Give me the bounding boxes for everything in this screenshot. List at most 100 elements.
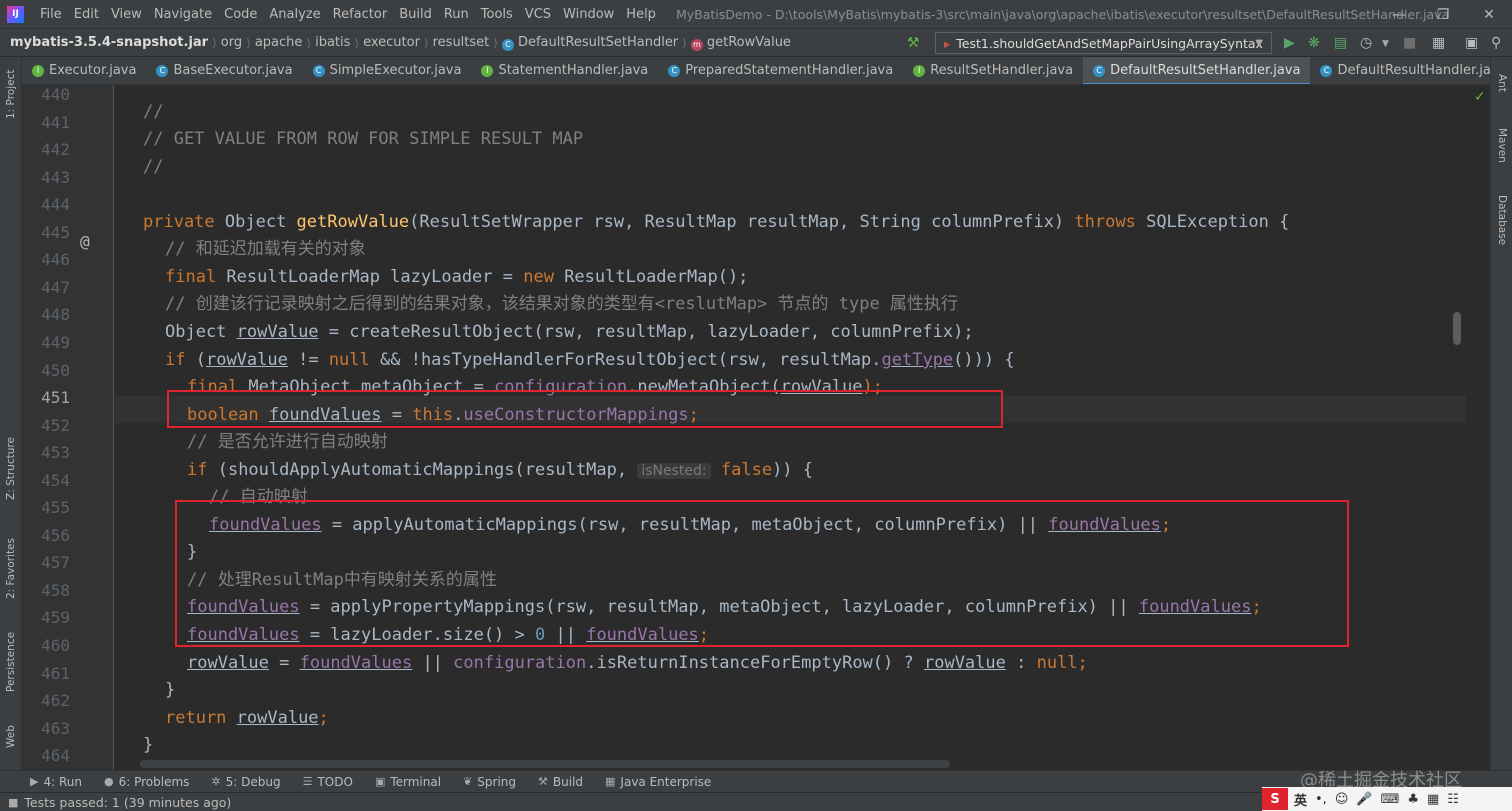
run-configuration-select[interactable]: ▸ Test1.shouldGetAndSetMapPairUsingArray… <box>935 32 1272 54</box>
editor-tab[interactable]: C BaseExecutor.java <box>146 57 302 84</box>
code-token: null <box>1036 653 1078 673</box>
code-line: // <box>143 99 163 126</box>
breadcrumb-class[interactable]: C DefaultResultSetHandler <box>498 35 682 51</box>
breadcrumb-org[interactable]: org <box>217 35 246 50</box>
line-number: 441 <box>41 113 70 132</box>
tool-window-button[interactable]: ❦ Spring <box>453 775 528 789</box>
build-hammer-icon[interactable]: ⚒ <box>907 35 920 51</box>
line-number: 444 <box>41 195 70 214</box>
breadcrumb-jar[interactable]: mybatis-3.5.4-snapshot.jar <box>0 35 212 50</box>
chevron-down-icon[interactable]: ▼ <box>1382 39 1389 49</box>
punctuation-icon[interactable]: •, <box>1315 792 1327 807</box>
skin-icon[interactable]: ♣ <box>1407 792 1419 807</box>
menu-help[interactable]: Help <box>620 0 662 28</box>
editor-tab[interactable]: I StatementHandler.java <box>471 57 658 84</box>
menu-build[interactable]: Build <box>393 0 438 28</box>
line-number: 459 <box>41 608 70 627</box>
tool-window-button[interactable]: ▶ 4: Run <box>20 775 94 789</box>
code-token: ResultLoaderMap(); <box>564 267 749 287</box>
tool-window-button[interactable]: ▣ Terminal <box>365 775 453 789</box>
code-line: rowValue = foundValues || configuration.… <box>187 650 1088 677</box>
editor-tabs: I Executor.java C BaseExecutor.java C SimpleE… <box>0 57 1512 85</box>
layout-icon[interactable]: ▣ <box>1465 35 1478 51</box>
tool-favorites[interactable]: 2: Favorites <box>1 533 21 605</box>
editor-tab-label: ResultSetHandler.java <box>930 63 1074 78</box>
tool-window-button[interactable]: ● 6: Problems <box>94 775 201 789</box>
code-text: // 和延迟加载有关的对象 <box>165 239 366 259</box>
code-token: rowValue <box>205 350 288 370</box>
keyboard-icon[interactable]: ⌨ <box>1381 792 1400 807</box>
menu-file[interactable]: File <box>34 0 68 28</box>
profile-icon[interactable]: ◷ <box>1360 35 1372 51</box>
menu-navigate[interactable]: Navigate <box>148 0 218 28</box>
code-token: (ResultSetWrapper rsw, ResultMap resultM… <box>409 212 1075 232</box>
breadcrumb-resultset[interactable]: resultset <box>429 35 494 50</box>
line-number: 445 <box>41 223 70 242</box>
menu-vcs[interactable]: VCS <box>519 0 557 28</box>
editor-tab[interactable]: C PreparedStatementHandler.java <box>658 57 903 84</box>
editor-tab[interactable]: C DefaultResultSetHandler.java <box>1083 57 1311 84</box>
menu-run[interactable]: Run <box>438 0 475 28</box>
breadcrumb-executor[interactable]: executor <box>359 35 424 50</box>
horizontal-scrollbar[interactable] <box>140 760 950 768</box>
close-icon[interactable]: ✕ <box>1466 0 1512 29</box>
override-marker-icon[interactable]: @ <box>80 232 90 251</box>
menu-analyze[interactable]: Analyze <box>263 0 326 28</box>
tool-window-label: Build <box>552 774 584 789</box>
coverage-icon[interactable]: ▤ <box>1334 35 1347 51</box>
editor-tab-label: SimpleExecutor.java <box>329 63 462 78</box>
tool-window-button[interactable]: ☰ TODO <box>293 775 365 789</box>
breadcrumb-apache[interactable]: apache <box>251 35 307 50</box>
tool-maven[interactable]: Maven <box>1492 119 1512 171</box>
editor-tab[interactable]: C SimpleExecutor.java <box>303 57 472 84</box>
breadcrumb-ibatis[interactable]: ibatis <box>311 35 354 50</box>
tool-window-button[interactable]: ⚒ Build <box>528 775 595 789</box>
menu-refactor[interactable]: Refactor <box>327 0 394 28</box>
menu-tools[interactable]: Tools <box>475 0 519 28</box>
code-token: SQLException { <box>1146 212 1290 232</box>
minimize-icon[interactable]: — <box>1376 0 1422 29</box>
tool-structure[interactable]: Z: Structure <box>1 437 21 501</box>
editor-tab[interactable]: C DefaultResultHandler.java <box>1310 57 1512 84</box>
tool-window-label: Java Enterprise <box>620 774 712 789</box>
vertical-scrollbar[interactable] <box>1453 312 1461 345</box>
code-token: private <box>143 212 225 232</box>
debug-icon: ✲ <box>211 775 221 788</box>
line-number: 453 <box>41 443 70 462</box>
interface-icon: I <box>32 64 44 77</box>
menu-edit[interactable]: Edit <box>68 0 105 28</box>
menu-window[interactable]: Window <box>557 0 620 28</box>
code-token: throws <box>1074 212 1147 232</box>
tool-window-button[interactable]: ✲ 5: Debug <box>201 775 292 789</box>
right-tool-strip: Ant Maven Database <box>1490 57 1512 770</box>
tool-persistence[interactable]: Persistence <box>1 627 21 697</box>
editor-tab[interactable]: I ResultSetHandler.java <box>903 57 1083 84</box>
debug-icon[interactable]: ❋ <box>1308 35 1320 51</box>
search-icon[interactable]: ⚲ <box>1491 35 1501 51</box>
code-line: private Object getRowValue(ResultSetWrap… <box>143 209 1289 236</box>
menu-view[interactable]: View <box>105 0 148 28</box>
line-number: 464 <box>41 746 70 765</box>
tool-web[interactable]: Web <box>1 717 21 757</box>
toolbox-icon[interactable]: ▦ <box>1427 792 1439 807</box>
menu-code[interactable]: Code <box>218 0 263 28</box>
code-token: .isReturnInstanceForEmptyRow() ? <box>586 653 924 673</box>
ime-language[interactable]: 英 <box>1294 790 1307 809</box>
project-structure-icon[interactable]: ▦ <box>1432 35 1445 51</box>
run-icon[interactable]: ▶ <box>1284 35 1295 51</box>
code-line: } <box>143 732 153 759</box>
microphone-icon[interactable]: 🎤 <box>1356 792 1372 807</box>
code-token: ; <box>1077 653 1088 673</box>
emoji-icon[interactable]: ☺ <box>1335 792 1349 807</box>
tool-ant[interactable]: Ant <box>1492 63 1512 103</box>
editor-tab[interactable]: I Executor.java <box>22 57 146 84</box>
tool-window-button[interactable]: ▦ Java Enterprise <box>595 775 723 789</box>
breadcrumb-method[interactable]: m getRowValue <box>687 35 795 51</box>
menu-grid-icon[interactable]: ☷ <box>1447 792 1459 807</box>
stop-icon[interactable]: ■ <box>1403 35 1416 51</box>
status-text[interactable]: Tests passed: 1 (39 minutes ago) <box>24 795 231 810</box>
code-token: if <box>165 350 196 370</box>
tool-database[interactable]: Database <box>1492 187 1512 253</box>
tool-project[interactable]: 1: Project <box>1 63 21 125</box>
restore-icon[interactable]: ❐ <box>1420 0 1466 29</box>
